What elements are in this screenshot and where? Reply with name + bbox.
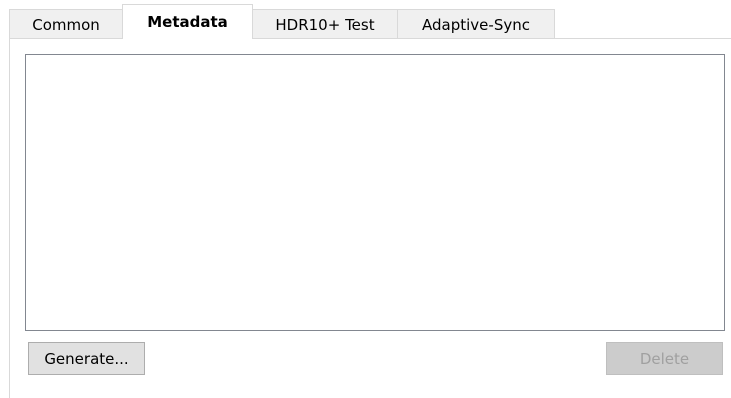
delete-button[interactable]: Delete: [606, 342, 723, 375]
tab-label: Common: [32, 15, 100, 34]
tab-strip: Common Metadata HDR10+ Test Adaptive-Syn…: [9, 4, 555, 39]
generate-button-label: Generate...: [44, 349, 129, 368]
tab-label: Metadata: [147, 13, 228, 31]
tab-label: Adaptive-Sync: [422, 15, 530, 34]
tab-hdr10-plus-test[interactable]: HDR10+ Test: [252, 9, 398, 39]
tab-metadata[interactable]: Metadata: [122, 4, 253, 39]
tab-common[interactable]: Common: [9, 9, 123, 39]
tab-adaptive-sync[interactable]: Adaptive-Sync: [397, 9, 555, 39]
metadata-list[interactable]: [25, 54, 725, 331]
generate-button[interactable]: Generate...: [28, 342, 145, 375]
tab-label: HDR10+ Test: [275, 15, 375, 34]
delete-button-label: Delete: [639, 349, 690, 368]
